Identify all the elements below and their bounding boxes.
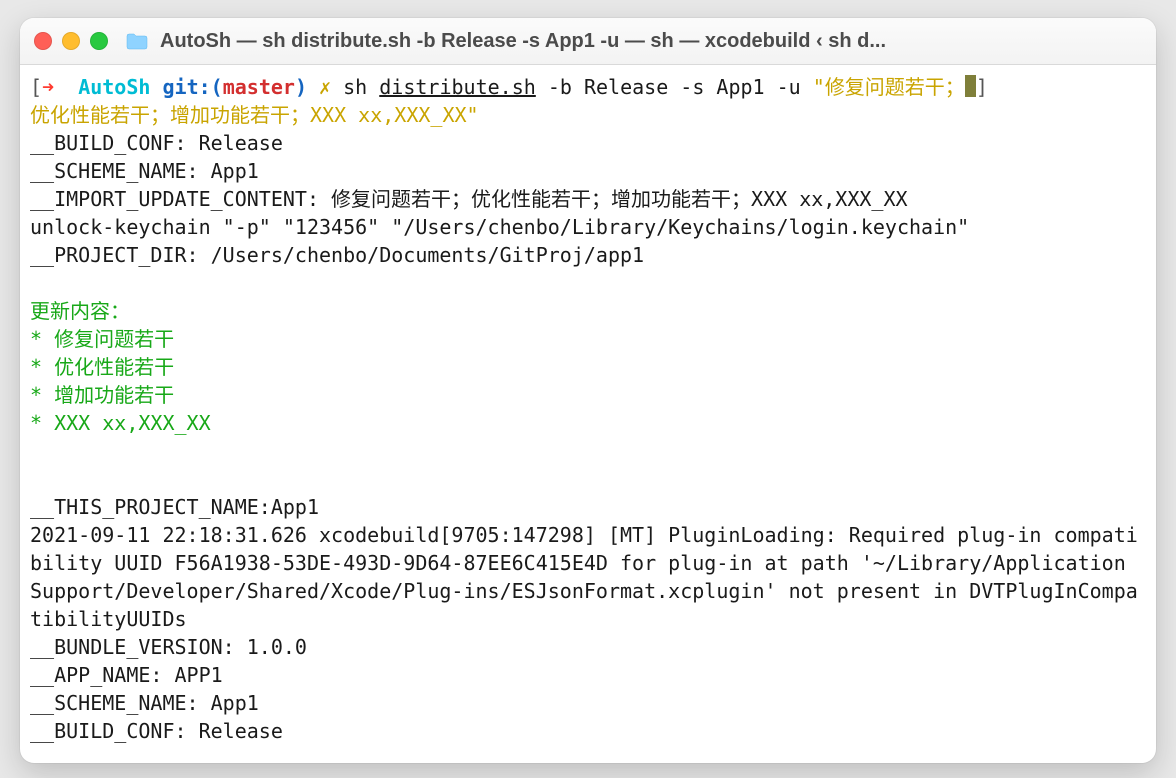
update-item: * 增加功能若干 xyxy=(30,383,174,407)
cmd-sh: sh xyxy=(343,75,379,99)
maximize-icon[interactable] xyxy=(90,32,108,50)
out-build-conf: __BUILD_CONF: Release xyxy=(30,131,283,155)
prompt-bracket-close: ] xyxy=(976,75,988,99)
terminal-body[interactable]: [➜ AutoSh git:(master) ✗ sh distribute.s… xyxy=(20,65,1156,763)
minimize-icon[interactable] xyxy=(62,32,80,50)
git-label: git:( xyxy=(162,75,222,99)
git-branch: master xyxy=(223,75,295,99)
cmd-quote: " xyxy=(813,75,825,99)
cursor-icon xyxy=(965,75,976,97)
git-dirty-icon: ✗ xyxy=(319,75,331,99)
out-scheme2: __SCHEME_NAME: App1 xyxy=(30,691,259,715)
cmd-args: -b Release -s App1 -u xyxy=(536,75,813,99)
prompt-bracket-open: [ xyxy=(30,75,42,99)
prompt-arrow-icon: ➜ xyxy=(42,75,54,99)
out-xcodebuild: 2021-09-11 22:18:31.626 xcodebuild[9705:… xyxy=(30,523,1138,631)
cmd-file: distribute.sh xyxy=(379,75,536,99)
terminal-window: AutoSh — sh distribute.sh -b Release -s … xyxy=(20,18,1156,763)
git-close: ) xyxy=(295,75,307,99)
update-item: * 优化性能若干 xyxy=(30,355,174,379)
traffic-lights xyxy=(34,32,108,50)
out-unlock: unlock-keychain "-p" "123456" "/Users/ch… xyxy=(30,215,969,239)
cmd-string-1: 修复问题若干； xyxy=(825,75,965,99)
out-scheme: __SCHEME_NAME: App1 xyxy=(30,159,259,183)
out-projdir: __PROJECT_DIR: /Users/chenbo/Documents/G… xyxy=(30,243,644,267)
out-bundle: __BUNDLE_VERSION: 1.0.0 xyxy=(30,635,307,659)
titlebar: AutoSh — sh distribute.sh -b Release -s … xyxy=(20,18,1156,65)
window-title: AutoSh — sh distribute.sh -b Release -s … xyxy=(160,30,1142,53)
out-build-conf2: __BUILD_CONF: Release xyxy=(30,719,283,743)
prompt-dir: AutoSh xyxy=(78,75,150,99)
update-item: * 修复问题若干 xyxy=(30,327,174,351)
close-icon[interactable] xyxy=(34,32,52,50)
folder-icon xyxy=(126,32,148,50)
cmd-string-2: 优化性能若干；增加功能若干；XXX xx,XXX_XX" xyxy=(30,103,479,127)
out-appname: __APP_NAME: APP1 xyxy=(30,663,223,687)
out-projname: __THIS_PROJECT_NAME:App1 xyxy=(30,495,319,519)
out-import: __IMPORT_UPDATE_CONTENT: 修复问题若干；优化性能若干；增… xyxy=(30,187,908,211)
update-header: 更新内容： xyxy=(30,299,130,323)
update-item: * XXX xx,XXX_XX xyxy=(30,411,211,435)
